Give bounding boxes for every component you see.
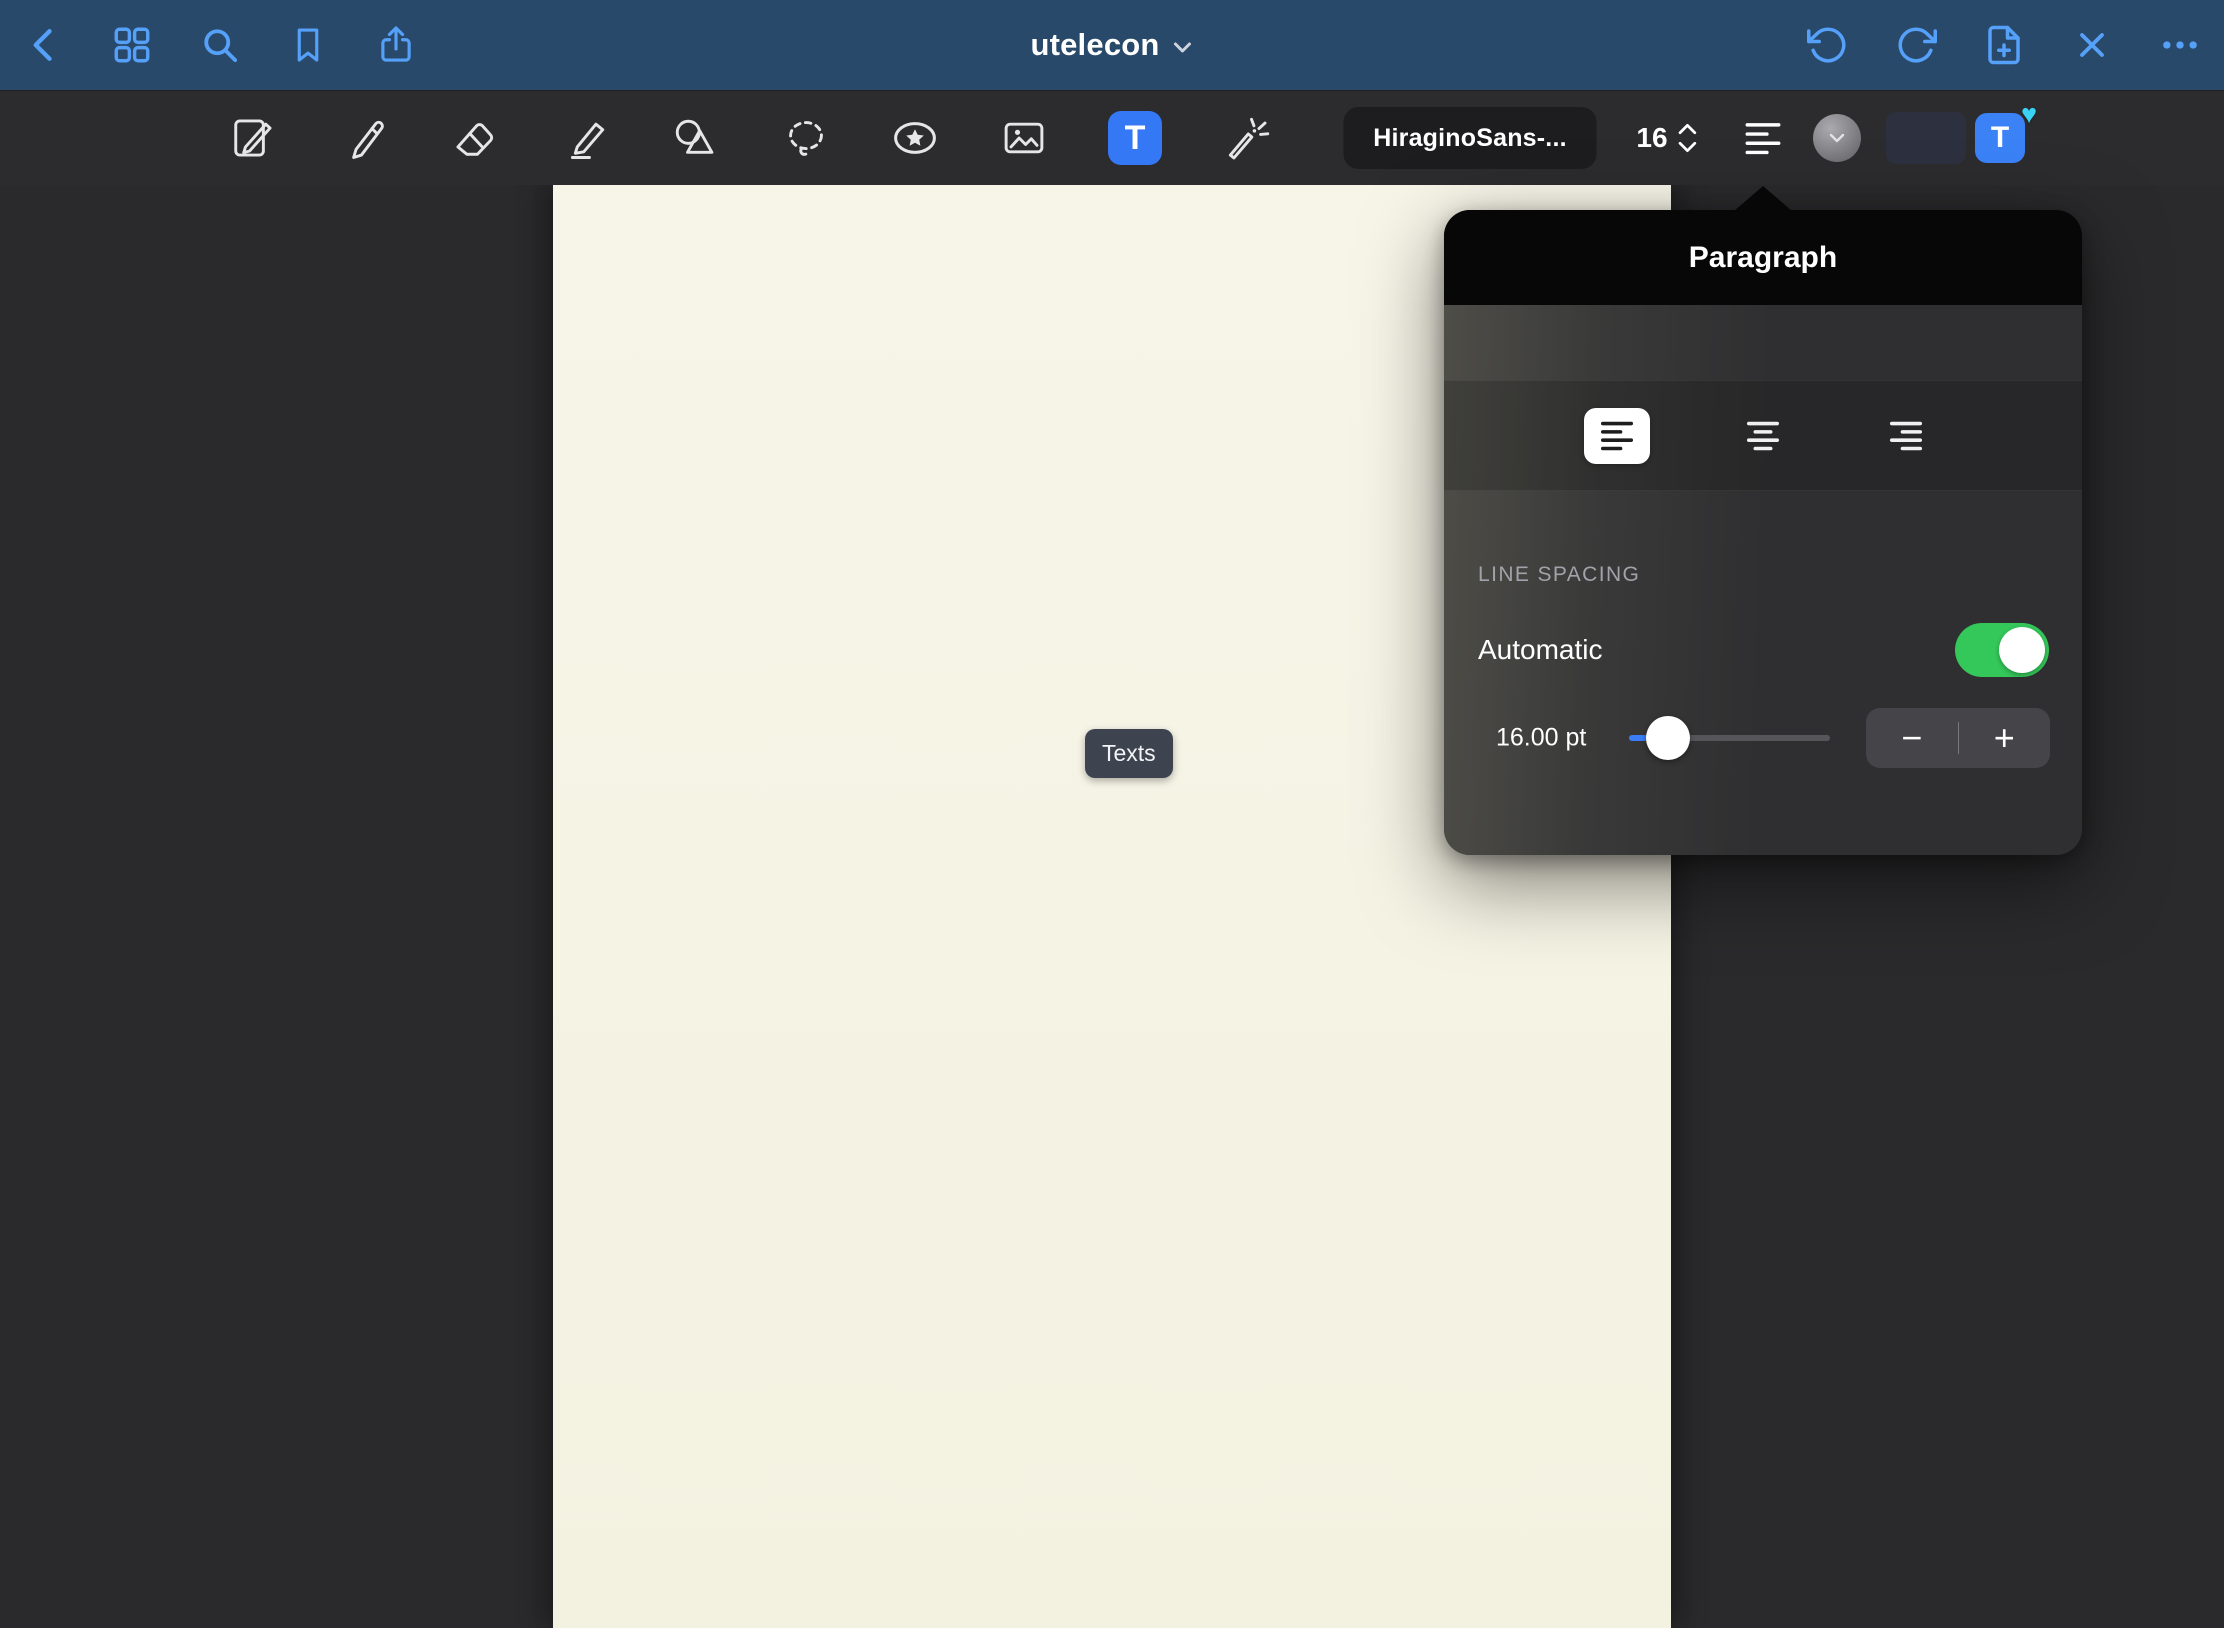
eraser-tool[interactable] (449, 112, 501, 164)
text-style-favorites-button[interactable]: T ♥ (1975, 113, 2025, 163)
align-left-icon (1598, 417, 1636, 455)
page-pen-icon (226, 112, 278, 164)
search-icon (198, 23, 242, 67)
font-size-value: 16 (1636, 122, 1667, 154)
document-title-menu[interactable]: utelecon (1030, 27, 1193, 63)
chevron-down-icon (1172, 40, 1194, 56)
stepper-chevrons-icon (1676, 119, 1700, 157)
bookmark-icon (288, 25, 328, 65)
add-page-button[interactable] (1976, 17, 2032, 73)
nav-right-group (1800, 17, 2224, 73)
inactive-control[interactable] (1886, 112, 1966, 164)
toggle-knob (1999, 627, 2045, 673)
heart-icon: ♥ (2021, 99, 2037, 130)
close-icon (2072, 25, 2112, 65)
text-object[interactable]: Texts (1085, 729, 1173, 778)
undo-button[interactable] (1800, 17, 1856, 73)
text-tool-active[interactable]: T (1108, 111, 1162, 165)
eraser-icon (449, 112, 501, 164)
document-title: utelecon (1030, 27, 1159, 63)
pen-icon (339, 112, 391, 164)
align-left-option[interactable] (1584, 408, 1650, 464)
share-icon (375, 24, 417, 66)
automatic-toggle[interactable] (1955, 623, 2049, 677)
tools-toolbar: T HiraginoSans-... 16 T ♥ (0, 90, 2224, 185)
popover-title: Paragraph (1444, 210, 2082, 305)
align-center-icon (1744, 417, 1782, 455)
more-button[interactable] (2152, 17, 2208, 73)
alignment-row (1444, 380, 2082, 491)
paragraph-popover: Paragraph LINE SPACING Automatic 16.00 p… (1444, 210, 2082, 855)
bookmark-button[interactable] (280, 17, 336, 73)
slider-knob[interactable] (1646, 716, 1690, 760)
nav-left-group (0, 17, 424, 73)
laser-pointer-icon (1219, 112, 1271, 164)
pen-tool[interactable] (339, 112, 391, 164)
text-tool-glyph: T (1125, 121, 1146, 155)
elements-tool[interactable] (888, 111, 942, 165)
ellipsis-icon (2159, 24, 2201, 66)
decrease-button[interactable]: − (1866, 708, 1958, 768)
back-button[interactable] (16, 17, 72, 73)
lasso-tool[interactable] (780, 112, 832, 164)
paragraph-options-button[interactable] (1742, 117, 1784, 159)
automatic-label: Automatic (1478, 634, 1603, 666)
increase-button[interactable]: + (1959, 708, 2051, 768)
lasso-icon (780, 112, 832, 164)
add-page-icon (1983, 24, 2025, 66)
line-spacing-stepper: − + (1866, 708, 2050, 768)
align-right-option[interactable] (1873, 408, 1939, 464)
grid-icon (111, 24, 153, 66)
undo-icon (1807, 24, 1849, 66)
font-name-button[interactable]: HiraginoSans-... (1344, 107, 1597, 169)
top-navigation-bar: utelecon (0, 0, 2224, 90)
highlighter-tool[interactable] (561, 112, 613, 164)
app-window: Texts utelecon (0, 0, 2224, 1628)
redo-button[interactable] (1888, 17, 1944, 73)
align-left-icon (1742, 117, 1784, 159)
font-name-label: HiraginoSans-... (1373, 124, 1567, 153)
search-button[interactable] (192, 17, 248, 73)
back-chevron-icon (22, 23, 66, 67)
align-right-icon (1887, 417, 1925, 455)
shapes-tool[interactable] (668, 112, 720, 164)
line-spacing-heading: LINE SPACING (1478, 563, 1640, 587)
text-color-button[interactable] (1813, 114, 1861, 162)
shapes-icon (668, 112, 720, 164)
laser-pointer-tool[interactable] (1219, 112, 1271, 164)
share-button[interactable] (368, 17, 424, 73)
sticker-star-icon (888, 111, 942, 165)
popover-body: LINE SPACING Automatic 16.00 pt − + (1444, 305, 2082, 855)
redo-icon (1895, 24, 1937, 66)
edit-mode-tool[interactable] (226, 112, 278, 164)
align-center-option[interactable] (1730, 408, 1796, 464)
line-spacing-value: 16.00 pt (1496, 724, 1586, 753)
thumbnails-button[interactable] (104, 17, 160, 73)
image-tool[interactable] (998, 112, 1050, 164)
font-size-stepper[interactable]: 16 (1636, 119, 1699, 157)
highlighter-icon (561, 112, 613, 164)
close-button[interactable] (2064, 17, 2120, 73)
text-style-glyph: T (1991, 121, 2009, 155)
chevron-down-icon (1828, 132, 1846, 144)
image-icon (998, 112, 1050, 164)
